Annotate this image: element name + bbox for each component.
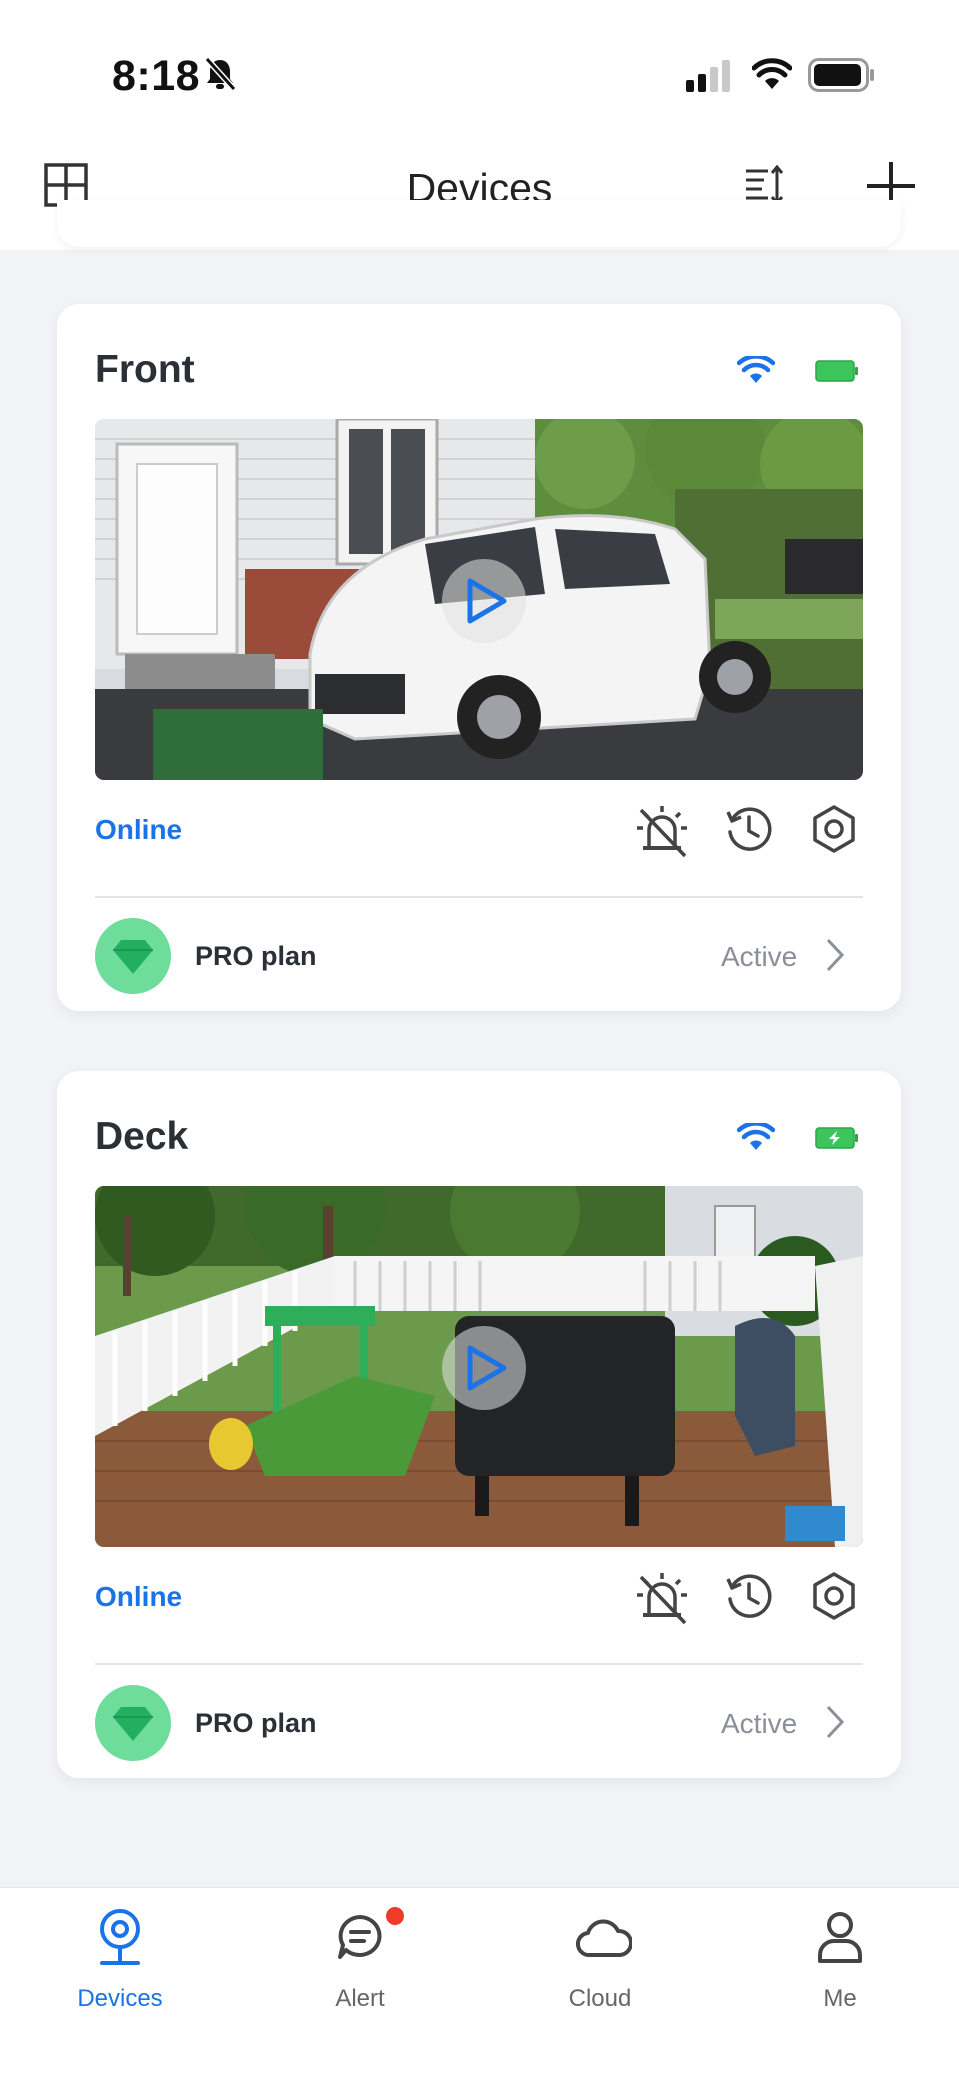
- status-label: Online: [95, 814, 183, 845]
- tab-label: Alert: [335, 1985, 385, 2012]
- tab-me[interactable]: Me: [740, 1905, 940, 2015]
- battery-charging-icon: [815, 1127, 859, 1154]
- device-card-front[interactable]: Front Online PRO plan Active: [57, 304, 901, 1011]
- settings-gear-icon[interactable]: [809, 804, 859, 859]
- tab-label: Devices: [77, 1985, 163, 2012]
- divider: [95, 896, 863, 898]
- divider: [95, 1663, 863, 1665]
- history-icon[interactable]: [724, 804, 774, 859]
- plan-status[interactable]: Active: [721, 941, 797, 973]
- camera-thumbnail[interactable]: [95, 1186, 863, 1547]
- chevron-right-icon[interactable]: [825, 937, 845, 978]
- chevron-right-icon[interactable]: [825, 1704, 845, 1745]
- plan-status[interactable]: Active: [721, 1708, 797, 1740]
- cloud-icon: [575, 1905, 633, 1976]
- cellular-signal-icon: [686, 60, 734, 97]
- diamond-icon: [95, 918, 171, 994]
- device-card-deck[interactable]: Deck Online PRO plan Active: [57, 1071, 901, 1778]
- diamond-icon: [95, 1685, 171, 1761]
- settings-gear-icon[interactable]: [809, 1571, 859, 1626]
- previous-device-card: [57, 200, 901, 247]
- device-name: Front: [95, 348, 195, 391]
- tab-devices[interactable]: Devices: [20, 1905, 220, 2015]
- device-name: Deck: [95, 1115, 189, 1158]
- battery-status-icon: [808, 58, 876, 97]
- tab-cloud[interactable]: Cloud: [500, 1905, 700, 2015]
- plan-name[interactable]: PRO plan: [195, 1708, 317, 1739]
- play-button[interactable]: [442, 1326, 526, 1410]
- plan-name[interactable]: PRO plan: [195, 941, 317, 972]
- siren-off-icon[interactable]: [635, 1571, 689, 1630]
- person-icon: [816, 1905, 864, 1976]
- play-button[interactable]: [442, 559, 526, 643]
- silent-bell-icon: [203, 56, 237, 97]
- tab-alert[interactable]: Alert: [260, 1905, 460, 2015]
- status-label: Online: [95, 1581, 183, 1612]
- history-icon[interactable]: [724, 1571, 774, 1626]
- camera-icon: [96, 1905, 144, 1976]
- status-time: 8:18: [112, 52, 201, 100]
- battery-icon: [815, 360, 859, 387]
- wifi-status-icon: [751, 58, 793, 95]
- camera-thumbnail[interactable]: [95, 419, 863, 780]
- tab-label: Me: [823, 1985, 857, 2012]
- wifi-icon: [736, 1121, 776, 1156]
- wifi-icon: [736, 354, 776, 389]
- alert-notification-dot: [386, 1907, 404, 1925]
- chat-icon: [336, 1905, 384, 1976]
- tab-label: Cloud: [568, 1985, 632, 2012]
- siren-off-icon[interactable]: [635, 804, 689, 863]
